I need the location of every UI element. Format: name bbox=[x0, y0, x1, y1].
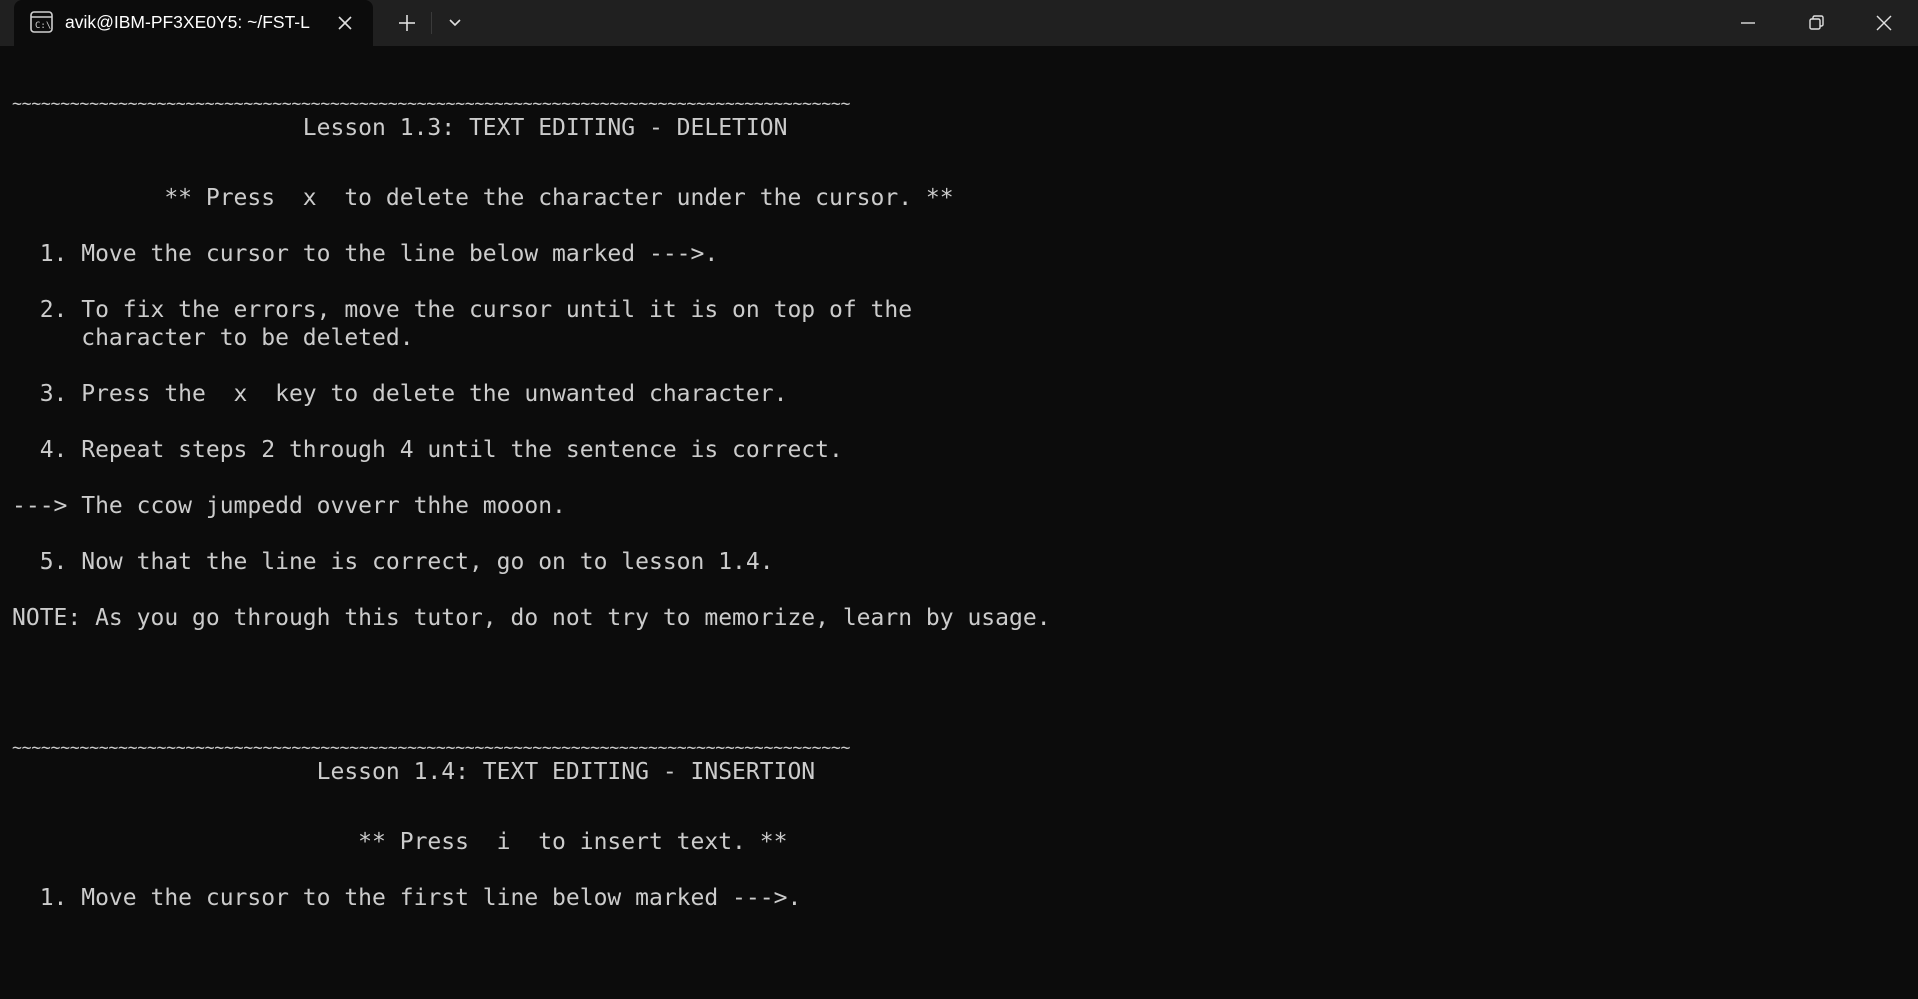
close-tab-icon[interactable] bbox=[332, 10, 358, 36]
title-bar: C:\ avik@IBM-PF3XE0Y5: ~/FST-L bbox=[0, 0, 1918, 46]
terminal-tab[interactable]: C:\ avik@IBM-PF3XE0Y5: ~/FST-L bbox=[14, 0, 373, 46]
restore-icon bbox=[1809, 15, 1824, 30]
lesson-heading: Lesson 1.4: TEXT EDITING - INSERTION bbox=[12, 759, 816, 785]
step-line: character to be deleted. bbox=[12, 325, 414, 351]
step-line: 1. Move the cursor to the first line bel… bbox=[12, 885, 802, 911]
step-line: 5. Now that the line is correct, go on t… bbox=[12, 549, 774, 575]
plus-icon[interactable] bbox=[392, 9, 422, 37]
minimize-icon bbox=[1741, 22, 1755, 24]
exercise-line: ---> The ccow jumpedd ovverr thhe mooon. bbox=[12, 493, 566, 519]
close-icon bbox=[1876, 15, 1892, 31]
restore-button[interactable] bbox=[1782, 0, 1850, 46]
tab-title: avik@IBM-PF3XE0Y5: ~/FST-L bbox=[65, 12, 310, 32]
svg-text:C:\: C:\ bbox=[35, 21, 51, 31]
step-line: 4. Repeat steps 2 through 4 until the se… bbox=[12, 437, 843, 463]
minimize-button[interactable] bbox=[1714, 0, 1782, 46]
terminal-icon: C:\ bbox=[30, 11, 53, 33]
chevron-down-icon[interactable] bbox=[440, 9, 470, 37]
tab-separator bbox=[431, 12, 432, 34]
step-line: 1. Move the cursor to the line below mar… bbox=[12, 241, 719, 267]
lesson-heading: Lesson 1.3: TEXT EDITING - DELETION bbox=[12, 115, 788, 141]
note-line: NOTE: As you go through this tutor, do n… bbox=[12, 605, 1051, 631]
step-line: 3. Press the x key to delete the unwante… bbox=[12, 381, 788, 407]
lesson-rule: ** Press i to insert text. ** bbox=[12, 829, 788, 855]
close-window-button[interactable] bbox=[1850, 0, 1918, 46]
lesson-rule: ** Press x to delete the character under… bbox=[12, 185, 954, 211]
step-line: 2. To fix the errors, move the cursor un… bbox=[12, 297, 913, 323]
terminal-output[interactable]: ~~~~~~~~~~~~~~~~~~~~~~~~~~~~~~~~~~~~~~~~… bbox=[0, 46, 1918, 999]
